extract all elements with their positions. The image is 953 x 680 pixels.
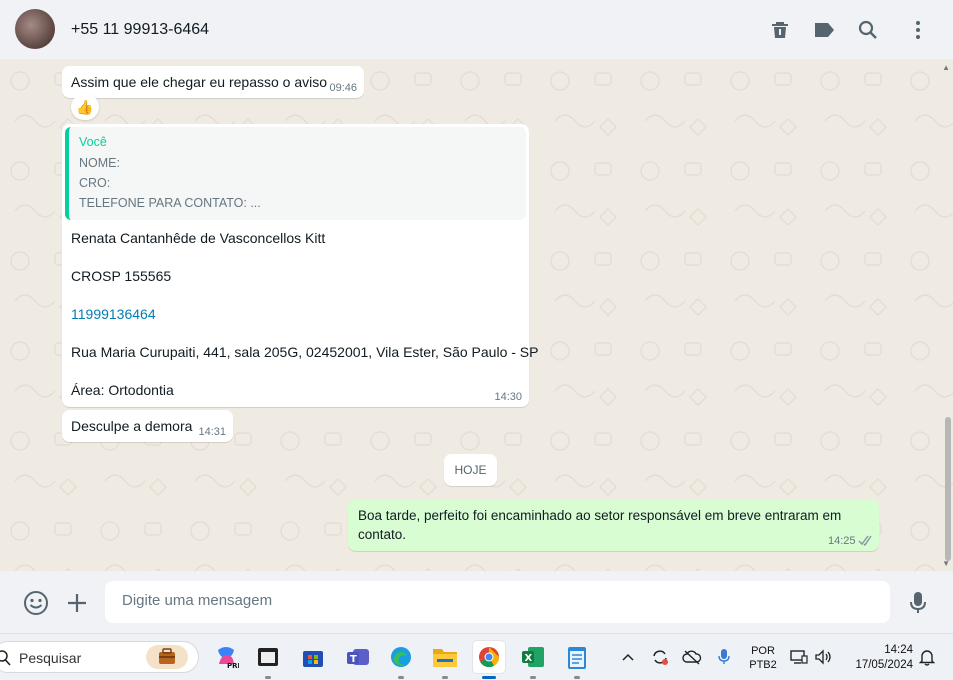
notification-bell-icon[interactable]: [917, 646, 937, 668]
sync-icon[interactable]: [650, 646, 670, 668]
app-window-icon[interactable]: [252, 641, 284, 679]
search-icon: [0, 650, 11, 669]
running-indicator: [398, 676, 404, 679]
file-explorer-icon[interactable]: [429, 641, 461, 679]
quoted-message[interactable]: Você NOME: CRO: TELEFONE PARA CONTATO: .…: [65, 127, 526, 220]
keyboard-layout: PTB2: [749, 659, 777, 671]
message-text: Desculpe a demora: [71, 418, 193, 434]
message-time: 14:30: [494, 391, 522, 403]
system-clock[interactable]: 14:24 17/05/2024: [843, 643, 913, 673]
running-indicator: [574, 676, 580, 679]
chat-header: +55 11 99913-6464: [0, 0, 953, 60]
chat-scrollbar[interactable]: ▲ ▼: [942, 61, 951, 571]
emoji-icon[interactable]: [23, 590, 49, 616]
message-line: Área: Ortodontia: [71, 382, 174, 398]
date-divider: HOJE: [444, 454, 497, 486]
clock-date: 17/05/2024: [855, 659, 913, 671]
search-icon[interactable]: [856, 18, 880, 42]
svg-text:T: T: [350, 654, 357, 665]
quote-line: CRO:: [79, 176, 111, 190]
running-indicator: [265, 676, 271, 679]
quote-line: NOME:: [79, 156, 120, 170]
taskbar-search[interactable]: Pesquisar: [0, 641, 199, 673]
scroll-thumb[interactable]: [945, 417, 951, 561]
volume-icon[interactable]: [813, 646, 833, 668]
edge-icon[interactable]: [385, 641, 417, 679]
clock-time: 14:24: [884, 644, 913, 656]
chrome-icon[interactable]: [473, 641, 505, 679]
incoming-message[interactable]: Você NOME: CRO: TELEFONE PARA CONTATO: .…: [62, 124, 538, 407]
briefcase-icon: [146, 645, 188, 669]
windows-taskbar: Pesquisar PRE T X: [0, 633, 953, 680]
thumbs-up-reaction[interactable]: 👍: [71, 94, 99, 120]
contact-name[interactable]: +55 11 99913-6464: [71, 21, 209, 39]
read-ticks-icon: [858, 533, 874, 549]
message-time: 14:31: [198, 426, 226, 438]
message-time: 09:46: [329, 82, 357, 94]
scroll-down-arrow[interactable]: ▼: [942, 559, 950, 568]
quote-line: TELEFONE PARA CONTATO: ...: [79, 196, 261, 210]
notepad-icon[interactable]: [561, 641, 593, 679]
menu-icon[interactable]: [906, 18, 930, 42]
incoming-message[interactable]: Desculpe a demora 14:31: [62, 410, 233, 442]
contact-avatar[interactable]: [15, 9, 55, 49]
message-line: Renata Cantanhêde de Vasconcellos Kitt: [71, 230, 326, 246]
message-input[interactable]: Digite uma mensagem: [105, 581, 890, 623]
cloud-offline-icon[interactable]: [682, 646, 702, 668]
microphone-icon[interactable]: [905, 590, 931, 616]
scroll-up-arrow[interactable]: ▲: [942, 63, 950, 72]
chevron-up-icon[interactable]: [618, 646, 638, 668]
incoming-message[interactable]: Assim que ele chegar eu repasso o aviso …: [62, 66, 364, 98]
input-language[interactable]: POR PTB2: [748, 644, 778, 672]
svg-text:PRE: PRE: [227, 662, 239, 670]
teams-icon[interactable]: T: [342, 641, 374, 673]
label-icon[interactable]: [812, 18, 836, 42]
svg-text:X: X: [525, 653, 533, 664]
running-indicator: [442, 676, 448, 679]
running-indicator: [530, 676, 536, 679]
delete-icon[interactable]: [768, 18, 792, 42]
message-text: Assim que ele chegar eu repasso o aviso: [71, 74, 328, 90]
quote-author: Você: [79, 135, 107, 149]
outgoing-message[interactable]: Boa tarde, perfeito foi encaminhado ao s…: [348, 499, 879, 551]
chat-area[interactable]: Assim que ele chegar eu repasso o aviso …: [0, 61, 953, 571]
phone-link[interactable]: 11999136464: [71, 305, 156, 324]
compose-bar: Digite uma mensagem: [0, 571, 953, 633]
microphone-tray-icon[interactable]: [714, 646, 734, 668]
microsoft-store-icon[interactable]: [297, 641, 329, 673]
attach-plus-icon[interactable]: [64, 590, 90, 616]
network-icon[interactable]: [789, 646, 809, 668]
copilot-icon[interactable]: PRE: [210, 641, 242, 673]
language-code: POR: [751, 645, 775, 657]
message-text: Boa tarde, perfeito foi encaminhado ao s…: [358, 508, 842, 542]
search-label: Pesquisar: [19, 650, 82, 666]
message-line: CROSP 155565: [71, 268, 172, 284]
message-time: 14:25: [828, 535, 856, 547]
active-indicator: [482, 676, 496, 679]
excel-icon[interactable]: X: [517, 641, 549, 679]
message-line: Rua Maria Curupaiti, 441, sala 205G, 024…: [71, 344, 539, 360]
